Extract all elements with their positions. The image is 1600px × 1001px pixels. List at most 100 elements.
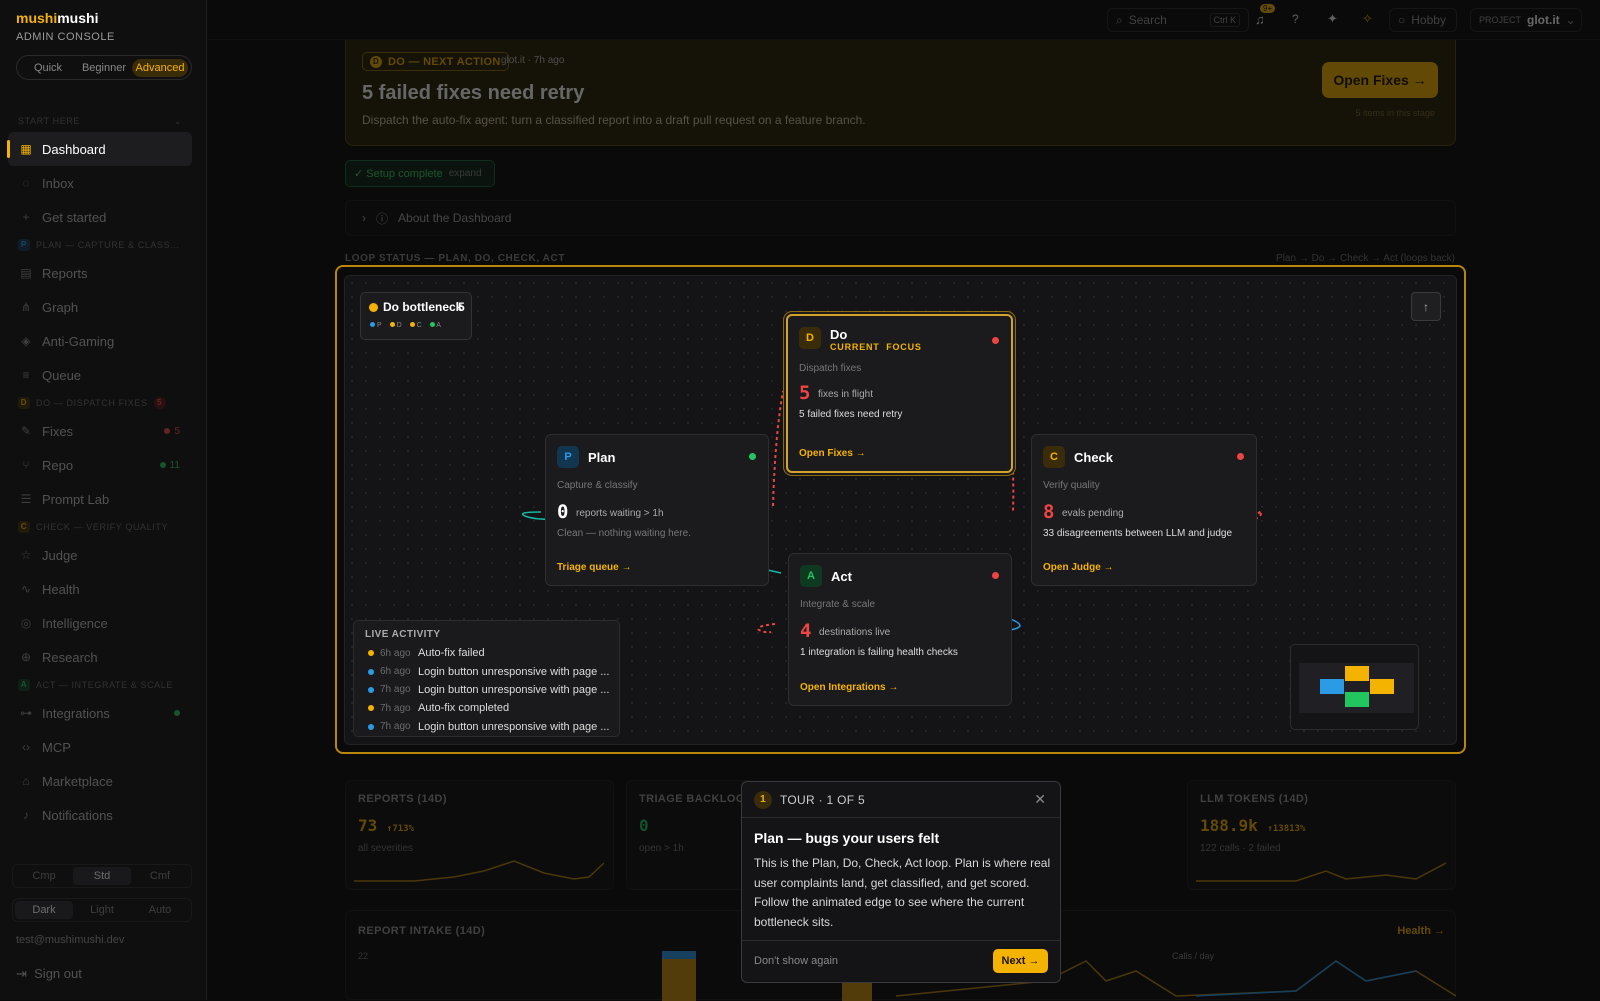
- minimap-do: [1345, 666, 1369, 681]
- sidebar-item-reports[interactable]: ▤ Reports: [8, 256, 192, 290]
- tour-popover: 1 TOUR · 1 OF 5 ✕ Plan — bugs your users …: [741, 781, 1061, 983]
- health-link[interactable]: Health →: [1397, 925, 1445, 937]
- theme-dark[interactable]: Dark: [15, 901, 73, 919]
- sidebar-item-judge[interactable]: ☆ Judge: [8, 538, 192, 572]
- activity-row[interactable]: 6h ago Auto-fix failed: [354, 644, 619, 662]
- density-standard[interactable]: Std: [73, 867, 131, 885]
- sidebar-item-inbox[interactable]: ◌ Inbox: [8, 166, 192, 200]
- sidebar-item-prompt-lab[interactable]: ☰ Prompt Lab: [8, 482, 192, 516]
- dont-show-again-button[interactable]: Don't show again: [754, 955, 838, 967]
- sidebar-item-intelligence[interactable]: ◎ Intelligence: [8, 606, 192, 640]
- loop-canvas[interactable]: Do bottleneck 5 P D C A ↑ P Plan Capture…: [344, 275, 1457, 745]
- stack-icon: ≡: [22, 368, 30, 382]
- plan-card[interactable]: P Plan Capture & classify 0 reports wait…: [545, 434, 769, 586]
- sidebar-item-notifications[interactable]: ♪ Notifications: [8, 798, 192, 832]
- chevron-down-icon[interactable]: ⌄: [174, 110, 182, 132]
- live-activity-panel: LIVE ACTIVITY 6h ago Auto-fix failed 6h ag…: [353, 620, 620, 737]
- sidebar-item-anti-gaming[interactable]: ◈ Anti-Gaming: [8, 324, 192, 358]
- bell-icon[interactable]: ♫ 9+: [1255, 4, 1276, 27]
- chevron-down-icon: ⌄: [1565, 13, 1576, 27]
- banner-meta: glot.it · 7h ago: [501, 55, 565, 66]
- shield-icon: ◈: [21, 334, 31, 348]
- about-dashboard-toggle[interactable]: › ⓘ About the Dashboard: [345, 200, 1456, 236]
- mode-beginner[interactable]: Beginner: [76, 59, 132, 77]
- stat-llm-tokens[interactable]: LLM TOKENS (14D) 188.9k ↑13813% 122 call…: [1187, 780, 1456, 890]
- stat-reports[interactable]: REPORTS (14D) 73 ↑713% all severities: [345, 780, 614, 890]
- sidebar-item-health[interactable]: ∿ Health: [8, 572, 192, 606]
- topbar: ⌕ Search Ctrl K ♫ 9+ ? ✦ ✧ ○ Hobby PROJECT gl…: [207, 0, 1600, 40]
- circle-icon: ○: [1398, 13, 1406, 27]
- grid-icon: ▦: [20, 142, 32, 156]
- info-icon: ⓘ: [376, 211, 389, 226]
- search-input[interactable]: ⌕ Search Ctrl K: [1107, 8, 1249, 32]
- mode-advanced[interactable]: Advanced: [132, 58, 188, 77]
- open-fixes-link[interactable]: Open Fixes →: [799, 448, 866, 459]
- document-icon: ▤: [20, 266, 32, 280]
- sidebar-item-get-started[interactable]: + Get started: [8, 200, 192, 234]
- sparkle-icon[interactable]: ✦: [1327, 11, 1338, 27]
- plan-badge[interactable]: ○ Hobby: [1389, 8, 1457, 32]
- plug-icon: ⊶: [20, 706, 32, 720]
- stat-triage[interactable]: TRIAGE BACKLOG 0 open > 1h: [626, 780, 756, 890]
- help-icon[interactable]: ?: [1292, 12, 1299, 26]
- edge-act-loop: [757, 623, 776, 634]
- theme-light[interactable]: Light: [73, 901, 131, 919]
- sidebar-item-dashboard[interactable]: ▦ Dashboard: [7, 132, 192, 166]
- sidebar-item-graph[interactable]: ⋔ Graph: [8, 290, 192, 324]
- act-status-dot: [992, 572, 999, 579]
- tour-title: Plan — bugs your users felt: [754, 830, 940, 846]
- density-compact[interactable]: Cmp: [15, 867, 73, 885]
- sidebar-item-integrations[interactable]: ⊶ Integrations: [8, 696, 192, 730]
- sparkline: [1196, 862, 1446, 882]
- sign-out-button[interactable]: ⇥ Sign out: [16, 966, 82, 982]
- open-judge-link[interactable]: Open Judge →: [1043, 562, 1114, 573]
- brand-logo[interactable]: mushimushi: [16, 10, 98, 26]
- do-card[interactable]: D Do CURRENT FOCUS Dispatch fixes 5 fixe…: [786, 314, 1013, 473]
- section-start: START HERE ⌄: [8, 110, 192, 132]
- sidebar-item-fixes[interactable]: ✎ Fixes 5: [8, 414, 192, 448]
- plan-status-dot: [749, 453, 756, 460]
- sidebar-item-research[interactable]: ⊕ Research: [8, 640, 192, 674]
- check-card[interactable]: C Check Verify quality 8 evals pending 3…: [1031, 434, 1257, 586]
- chevron-right-icon: ›: [362, 211, 366, 225]
- brand-subtitle: ADMIN CONSOLE: [16, 31, 115, 43]
- density-switch: Cmp Std Cmf: [12, 864, 192, 888]
- minimap[interactable]: [1290, 644, 1419, 730]
- bottleneck-indicator[interactable]: Do bottleneck 5 P D C A: [360, 292, 472, 340]
- open-fixes-button[interactable]: Open Fixes →: [1322, 62, 1438, 98]
- density-comfortable[interactable]: Cmf: [131, 867, 189, 885]
- code-icon: ‹›: [22, 740, 30, 754]
- activity-row[interactable]: 6h ago Login button unresponsive with pag…: [354, 662, 619, 680]
- triage-queue-link[interactable]: Triage queue →: [557, 562, 631, 573]
- user-email: test@mushimushi.dev: [16, 934, 125, 946]
- sidebar-item-repo[interactable]: ⑂ Repo 11: [8, 448, 192, 482]
- intake-bar: [662, 951, 696, 1001]
- next-button[interactable]: Next →: [993, 949, 1048, 973]
- mode-quick[interactable]: Quick: [20, 59, 76, 77]
- loop-status-label: LOOP STATUS — PLAN, DO, CHECK, ACT: [345, 253, 566, 264]
- wrench-icon: ✎: [20, 424, 32, 438]
- graph-icon: ⋔: [20, 300, 32, 314]
- intake-bar: [842, 981, 872, 1001]
- magic-icon[interactable]: ✧: [1362, 11, 1373, 27]
- theme-auto[interactable]: Auto: [131, 901, 189, 919]
- setup-complete-badge[interactable]: ✓ Setup complete expand: [345, 160, 495, 187]
- activity-row[interactable]: 7h ago Login button unresponsive with pag…: [354, 681, 619, 699]
- brain-icon: ◎: [20, 616, 32, 630]
- open-integrations-link[interactable]: Open Integrations →: [800, 682, 898, 693]
- minimap-act: [1345, 692, 1369, 707]
- section-check: C CHECK — VERIFY QUALITY: [8, 516, 192, 538]
- loop-flow-label: Plan → Do → Check → Act (loops back): [1276, 253, 1455, 264]
- sidebar-item-queue[interactable]: ≡ Queue: [8, 358, 192, 392]
- sidebar-item-mcp[interactable]: ‹› MCP: [8, 730, 192, 764]
- activity-row[interactable]: 7h ago Login button unresponsive with pag…: [354, 718, 619, 736]
- section-do: D DO — DISPATCH FIXES 5: [8, 392, 192, 414]
- sidebar-item-marketplace[interactable]: ⌂ Marketplace: [8, 764, 192, 798]
- next-action-banner: D DO — NEXT ACTION glot.it · 7h ago 5 fai…: [345, 40, 1456, 146]
- activity-row[interactable]: 7h ago Auto-fix completed: [354, 699, 619, 717]
- arrow-up-icon[interactable]: ↑: [1411, 292, 1441, 321]
- project-selector[interactable]: PROJECT glot.it ⌄: [1470, 8, 1582, 32]
- check-status-dot: [1237, 453, 1244, 460]
- close-icon[interactable]: ✕: [1034, 791, 1046, 808]
- act-card[interactable]: A Act Integrate & scale 4 destinations l…: [788, 553, 1012, 706]
